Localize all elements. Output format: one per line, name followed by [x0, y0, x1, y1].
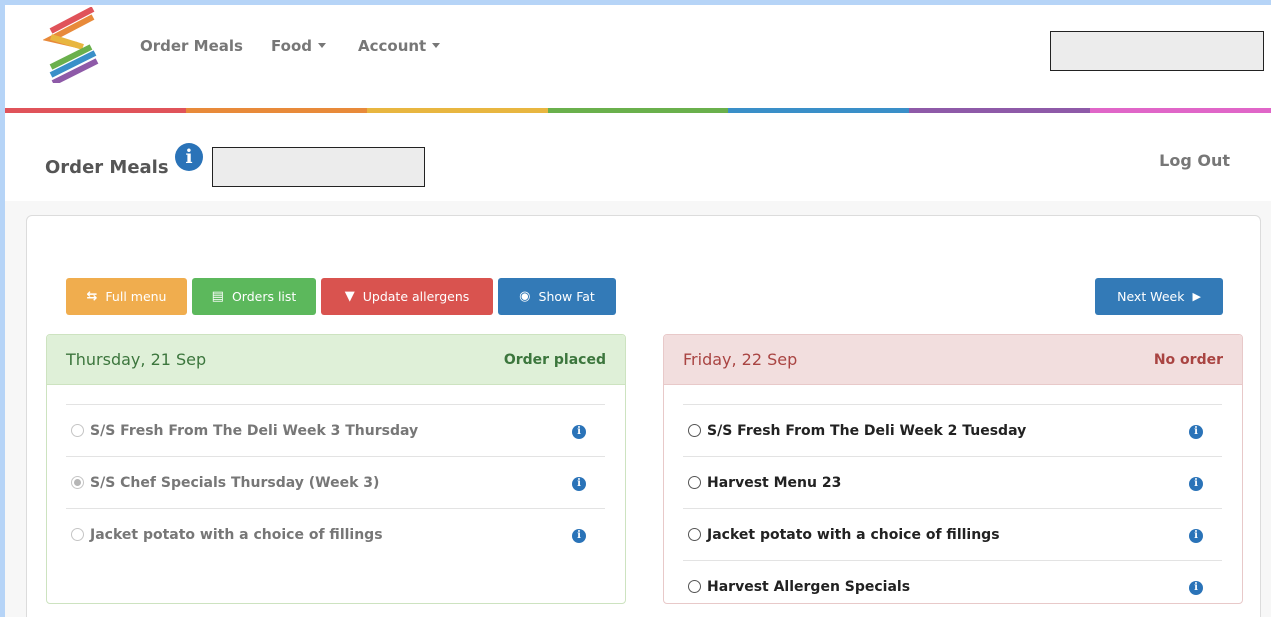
- info-icon[interactable]: i: [1189, 581, 1203, 595]
- day-card-thursday: Thursday, 21 Sep Order placed S/S Fresh …: [46, 334, 626, 604]
- order-status-badge: No order: [1153, 351, 1223, 368]
- meal-radio[interactable]: [688, 424, 701, 437]
- orders-panel: ⇆ Full menu ▤ Orders list ▼ Update aller…: [26, 215, 1261, 617]
- meal-option: S/S Chef Specials Thursday (Week 3) i: [66, 456, 605, 508]
- info-icon[interactable]: i: [572, 425, 586, 439]
- nav-account-label: Account: [358, 37, 427, 55]
- meal-option-list: S/S Fresh From The Deli Week 2 Tuesday i…: [683, 404, 1222, 603]
- day-card-friday: Friday, 22 Sep No order S/S Fresh From T…: [663, 334, 1243, 604]
- swap-icon: ⇆: [86, 289, 98, 304]
- info-icon[interactable]: i: [1189, 477, 1203, 491]
- page-title: Order Meals: [45, 157, 169, 178]
- meal-option[interactable]: Harvest Menu 23 i: [683, 456, 1222, 508]
- update-allergens-label: Update allergens: [362, 289, 470, 304]
- orders-list-label: Orders list: [231, 289, 297, 304]
- meal-radio: [71, 424, 84, 437]
- meal-option-label[interactable]: Harvest Menu 23: [707, 475, 841, 491]
- meal-option: Jacket potato with a choice of fillings …: [66, 508, 605, 560]
- info-icon[interactable]: i: [572, 529, 586, 543]
- meal-option[interactable]: Harvest Allergen Specials i: [683, 560, 1222, 603]
- meal-option-label[interactable]: Harvest Allergen Specials: [707, 579, 910, 595]
- caret-down-icon: [318, 43, 326, 48]
- redacted-user-box: [1050, 31, 1264, 71]
- meal-option-label[interactable]: Jacket potato with a choice of fillings: [707, 527, 1000, 543]
- nav-food-label: Food: [271, 37, 312, 55]
- filter-icon: ▼: [344, 289, 355, 304]
- meal-option[interactable]: Jacket potato with a choice of fillings …: [683, 508, 1222, 560]
- day-card-header: Friday, 22 Sep No order: [664, 335, 1242, 385]
- next-week-button[interactable]: Next Week ▶: [1095, 278, 1223, 315]
- caret-right-icon: ▶: [1192, 290, 1201, 303]
- meal-option: S/S Fresh From The Deli Week 3 Thursday …: [66, 404, 605, 456]
- next-week-label: Next Week: [1117, 289, 1185, 304]
- nav-order-meals[interactable]: Order Meals: [140, 37, 243, 55]
- info-icon[interactable]: i: [1189, 529, 1203, 543]
- eye-icon: ◉: [519, 289, 531, 304]
- meal-option[interactable]: S/S Fresh From The Deli Week 2 Tuesday i: [683, 404, 1222, 456]
- info-icon[interactable]: i: [1189, 425, 1203, 439]
- meal-radio: [71, 528, 84, 541]
- day-date: Friday, 22 Sep: [683, 350, 798, 369]
- show-fat-button[interactable]: ◉ Show Fat: [498, 278, 616, 315]
- brand-logo[interactable]: [43, 7, 101, 83]
- info-icon[interactable]: i: [572, 477, 586, 491]
- day-date: Thursday, 21 Sep: [66, 350, 207, 369]
- nav-food-dropdown[interactable]: Food: [271, 37, 326, 55]
- list-icon: ▤: [211, 289, 224, 304]
- order-status-badge: Order placed: [503, 351, 606, 368]
- orders-list-button[interactable]: ▤ Orders list: [192, 278, 316, 315]
- meal-radio[interactable]: [688, 528, 701, 541]
- page-header: Order Meals i Log Out: [5, 113, 1271, 201]
- meal-radio[interactable]: [688, 476, 701, 489]
- meal-option-label: S/S Chef Specials Thursday (Week 3): [90, 474, 380, 491]
- meal-radio[interactable]: [688, 580, 701, 593]
- meal-option-label: Jacket potato with a choice of fillings: [90, 526, 383, 543]
- app-frame: Order Meals Food Account Order Meals i L…: [5, 5, 1271, 617]
- meal-radio-selected: [71, 476, 84, 489]
- day-card-header: Thursday, 21 Sep Order placed: [47, 335, 625, 385]
- caret-down-icon: [432, 43, 441, 48]
- nav-order-meals-label: Order Meals: [140, 37, 243, 55]
- update-allergens-button[interactable]: ▼ Update allergens: [321, 278, 493, 315]
- full-menu-label: Full menu: [105, 289, 167, 304]
- meal-option-label: S/S Fresh From The Deli Week 3 Thursday: [90, 422, 419, 439]
- show-fat-label: Show Fat: [538, 289, 595, 304]
- meal-option-list: S/S Fresh From The Deli Week 3 Thursday …: [66, 404, 605, 560]
- full-menu-button[interactable]: ⇆ Full menu: [66, 278, 187, 315]
- meal-option-label[interactable]: S/S Fresh From The Deli Week 2 Tuesday: [707, 423, 1026, 439]
- navbar: Order Meals Food Account: [5, 5, 1271, 113]
- nav-account-dropdown[interactable]: Account: [358, 37, 441, 55]
- redacted-box: [212, 147, 425, 187]
- info-icon[interactable]: i: [175, 143, 203, 171]
- logout-link[interactable]: Log Out: [1159, 151, 1230, 170]
